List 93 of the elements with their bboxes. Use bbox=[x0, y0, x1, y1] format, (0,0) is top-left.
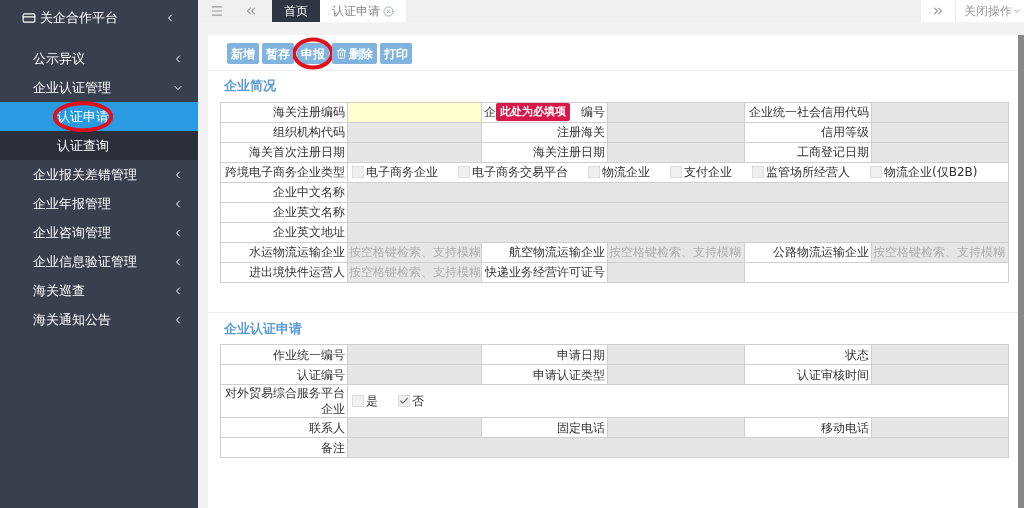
field-label: 联系人 bbox=[309, 419, 345, 436]
field-label: 注册海关 bbox=[557, 124, 605, 140]
field-label: 组织机构代码 bbox=[273, 124, 345, 140]
field-label: 认证审核时间 bbox=[797, 366, 869, 383]
field-label: 移动电话 bbox=[821, 419, 869, 436]
nav-item[interactable]: 企业报关差错管理 bbox=[0, 160, 198, 189]
checkbox-label: 电子商务交易平台 bbox=[472, 164, 568, 181]
nav-item[interactable]: 企业信息验证管理 bbox=[0, 247, 198, 276]
field-label: 海关首次注册日期 bbox=[249, 144, 345, 160]
input-field[interactable] bbox=[608, 345, 745, 365]
section-title: 企业认证申请 bbox=[224, 319, 302, 338]
checkbox[interactable] bbox=[352, 395, 364, 407]
input-field[interactable] bbox=[872, 365, 1009, 385]
input-field[interactable] bbox=[608, 365, 745, 385]
checkbox[interactable] bbox=[588, 166, 600, 178]
checkbox[interactable] bbox=[398, 395, 410, 407]
nav-item[interactable]: 企业认证管理 bbox=[0, 73, 198, 102]
field-label: 申请日期 bbox=[557, 346, 605, 363]
field-label: 状态 bbox=[845, 346, 869, 363]
page-tab[interactable]: 首页 bbox=[272, 0, 320, 22]
required-tooltip: 此处为必填项 bbox=[496, 102, 570, 121]
nav-subitem[interactable]: 认证查询 bbox=[0, 131, 198, 160]
input-field[interactable] bbox=[348, 222, 1009, 243]
checkbox[interactable] bbox=[458, 166, 470, 178]
input-field[interactable] bbox=[608, 262, 745, 283]
menu-icon[interactable] bbox=[210, 4, 224, 18]
checkbox-label: 是 bbox=[366, 393, 378, 410]
nav-item[interactable]: 企业年报管理 bbox=[0, 189, 198, 218]
input-field[interactable] bbox=[608, 142, 745, 163]
input-field[interactable] bbox=[348, 182, 1009, 203]
input-field[interactable] bbox=[348, 365, 482, 385]
field-label: 企业统一社会信用代码 bbox=[749, 104, 869, 120]
input-field[interactable] bbox=[348, 102, 482, 123]
field-label: 工商登记日期 bbox=[797, 144, 869, 160]
checkbox[interactable] bbox=[752, 166, 764, 178]
nav-item[interactable]: 公示异议 bbox=[0, 44, 198, 73]
card-icon bbox=[22, 11, 36, 25]
checkbox-label: 电子商务企业 bbox=[366, 164, 438, 181]
input-field[interactable] bbox=[348, 202, 1009, 223]
field-label: 进出境快件运营人 bbox=[249, 264, 345, 280]
nav-item[interactable]: 企业咨询管理 bbox=[0, 218, 198, 247]
input-field[interactable] bbox=[608, 418, 745, 438]
input-field[interactable] bbox=[872, 102, 1009, 123]
input-field[interactable] bbox=[872, 122, 1009, 143]
nav-item[interactable]: 海关通知公告 bbox=[0, 305, 198, 334]
checkbox-label: 监管场所经营人 bbox=[766, 164, 850, 181]
checkbox-label: 支付企业 bbox=[684, 164, 732, 181]
field-label: 跨境电子商务企业类型 bbox=[225, 164, 345, 180]
field-label: 快递业务经营许可证号 bbox=[485, 264, 605, 280]
caret-icon bbox=[1012, 6, 1022, 16]
input-field[interactable] bbox=[348, 345, 482, 365]
field-label: 编号 bbox=[581, 104, 605, 120]
checkbox[interactable] bbox=[670, 166, 682, 178]
field-label: 航空物流运输企业 bbox=[509, 244, 605, 260]
scroll-left-icon[interactable] bbox=[244, 4, 258, 18]
checkbox[interactable] bbox=[352, 166, 364, 178]
field-label: 作业统一编号 bbox=[273, 346, 345, 363]
input-field[interactable] bbox=[608, 102, 745, 123]
input-field[interactable] bbox=[872, 345, 1009, 365]
checkbox[interactable] bbox=[870, 166, 882, 178]
input-field[interactable] bbox=[348, 438, 1009, 458]
field-label: 备注 bbox=[321, 439, 345, 456]
field-label: 固定电话 bbox=[557, 419, 605, 436]
field-label: 公路物流运输企业 bbox=[773, 244, 869, 260]
input-field[interactable] bbox=[348, 142, 482, 163]
input-field[interactable] bbox=[872, 418, 1009, 438]
field-label: 海关注册日期 bbox=[533, 144, 605, 160]
checkbox-label: 物流企业 bbox=[602, 164, 650, 181]
field-label: 企业英文地址 bbox=[273, 224, 345, 240]
input-field[interactable] bbox=[608, 122, 745, 143]
scroll-right-icon[interactable] bbox=[931, 4, 945, 18]
input-field[interactable] bbox=[872, 142, 1009, 163]
field-label: 申请认证类型 bbox=[533, 366, 605, 383]
input-field[interactable] bbox=[348, 122, 482, 143]
nav-item[interactable]: 海关巡查 bbox=[0, 276, 198, 305]
field-label: 水运物流运输企业 bbox=[249, 244, 345, 260]
input-field[interactable] bbox=[348, 418, 482, 438]
trash-icon bbox=[336, 48, 347, 59]
label-fragment: 企 bbox=[484, 104, 496, 121]
app-title: 关企合作平台 bbox=[40, 9, 118, 28]
field-label: 企业英文名称 bbox=[273, 204, 345, 220]
close-icon[interactable] bbox=[383, 5, 394, 17]
annotation-ring bbox=[293, 37, 333, 70]
annotation-ring bbox=[53, 100, 113, 133]
field-label: 认证编号 bbox=[297, 366, 345, 383]
field-label: 信用等级 bbox=[821, 124, 869, 140]
field-label: 对外贸易综合服务平台企业 bbox=[224, 385, 345, 417]
checkbox-label: 物流企业(仅B2B) bbox=[884, 164, 978, 181]
page-tab[interactable]: 认证申请 bbox=[320, 0, 406, 22]
field-label: 海关注册编码 bbox=[273, 104, 345, 120]
checkbox-label: 否 bbox=[412, 393, 424, 410]
section-title: 企业简况 bbox=[224, 77, 276, 95]
field-label: 企业中文名称 bbox=[273, 184, 345, 200]
